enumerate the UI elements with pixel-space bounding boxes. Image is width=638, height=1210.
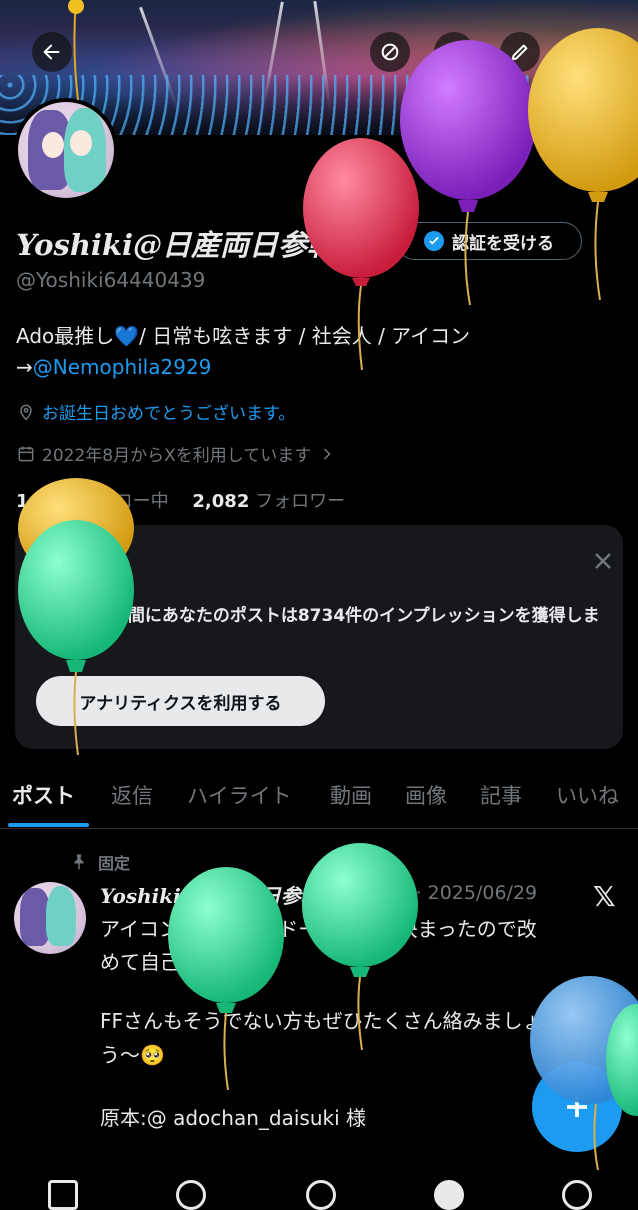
post-text-line: FFさんもそうでない方もぜひたくさん絡みましょ (100, 1009, 543, 1033)
following-count[interactable]: 1,988 (16, 491, 73, 512)
pin-icon (74, 854, 84, 870)
edit-button[interactable] (500, 32, 540, 72)
analytics-button[interactable]: アナリティクスを利用する (36, 676, 325, 726)
post-text-line: アイコンも変わり、ドーム参戦も決まったので改 (100, 917, 537, 941)
share-button[interactable] (566, 32, 606, 72)
post-author-name[interactable]: Yoshiki@日産両日参戦 (100, 880, 321, 909)
post-avatar[interactable] (14, 882, 86, 954)
birthday-row: お誕生日おめでとうございます。 (16, 399, 295, 424)
notifications-icon[interactable] (434, 1180, 464, 1210)
tab-highlights[interactable]: ハイライト (187, 780, 292, 810)
search-button[interactable] (434, 32, 474, 72)
close-icon[interactable] (589, 547, 617, 575)
followers-count[interactable]: 2,082 (192, 491, 249, 512)
avatar-art (42, 132, 64, 158)
avatar-art (70, 130, 92, 156)
bottom-nav (0, 1180, 638, 1210)
bio-line: Ado最推し💙/ 日常も呟きます / 社会人 / アイコン (16, 324, 471, 348)
follow-stats: 1,988 フォロー中 2,082 フォロワー (16, 487, 363, 513)
avatar[interactable] (14, 98, 118, 202)
calendar-icon (18, 446, 34, 461)
search-icon (446, 44, 464, 62)
get-verified-button[interactable]: 認証を受ける (396, 222, 582, 260)
post-text-line: 原本:@ adochan_daisuki 様 (100, 1106, 366, 1130)
birthday-text[interactable]: お誕生日おめでとうございます。 (42, 399, 295, 424)
analytics-card: 過去7日間にあなたのポストは8734件のインプレッションを獲得しました アナリテ… (15, 525, 623, 749)
get-verified-label: 認証を受ける (452, 233, 554, 254)
user-handle: @Yoshiki64440439 (16, 268, 206, 292)
post-text-line: う〜🥺 (100, 1043, 165, 1067)
tab-videos[interactable]: 動画 (330, 780, 372, 810)
joined-row[interactable]: 2022年8月からXを利用しています (16, 441, 337, 466)
bio-mention-link[interactable]: @Nemophila2929 (33, 355, 212, 379)
plus-icon (567, 1097, 587, 1117)
compose-button[interactable] (532, 1062, 622, 1152)
messages-icon[interactable] (562, 1180, 592, 1210)
pinned-label: 固定 (98, 854, 131, 873)
post-text-line: めて自己紹介！！ (100, 950, 260, 974)
active-tab-indicator (8, 823, 89, 827)
verified-badge-icon (424, 231, 444, 251)
back-button[interactable] (32, 32, 72, 72)
location-pin-icon (20, 404, 32, 421)
pencil-icon (511, 44, 528, 61)
display-name: Yoshiki@日産両日参戦 (16, 228, 337, 262)
tab-replies[interactable]: 返信 (111, 780, 153, 810)
x-logo-icon: 𝕏 (593, 880, 616, 913)
followers-label[interactable]: フォロワー (255, 491, 345, 512)
mute-button[interactable] (370, 32, 410, 72)
search-icon[interactable] (176, 1180, 206, 1210)
arrow-left-icon (43, 44, 60, 60)
joined-text: 2022年8月からXを利用しています (42, 446, 312, 466)
bio-arrow: → (16, 355, 33, 379)
tab-posts[interactable]: ポスト (12, 780, 75, 810)
following-label[interactable]: フォロー中 (79, 491, 169, 512)
share-icon (578, 43, 594, 61)
home-icon[interactable] (48, 1180, 78, 1210)
chevron-right-icon (324, 447, 331, 460)
avatar-art (46, 886, 76, 946)
tab-likes[interactable]: いいね (556, 780, 619, 810)
grok-icon[interactable] (306, 1180, 336, 1210)
bio-line: →@Nemophila2929 (16, 355, 211, 379)
analytics-message: 過去7日間にあなたのポストは8734件のインプレッションを獲得しました (65, 606, 600, 652)
pinned-indicator: 固定 (70, 850, 130, 874)
profile-tabs: ポスト 返信 ハイライト 動画 画像 記事 いいね (0, 770, 638, 829)
post-meta: @Yo... · 2025/06/29 (352, 882, 538, 904)
tab-images[interactable]: 画像 (405, 780, 447, 810)
circle-slash-icon (381, 43, 399, 61)
tab-articles[interactable]: 記事 (480, 780, 522, 810)
